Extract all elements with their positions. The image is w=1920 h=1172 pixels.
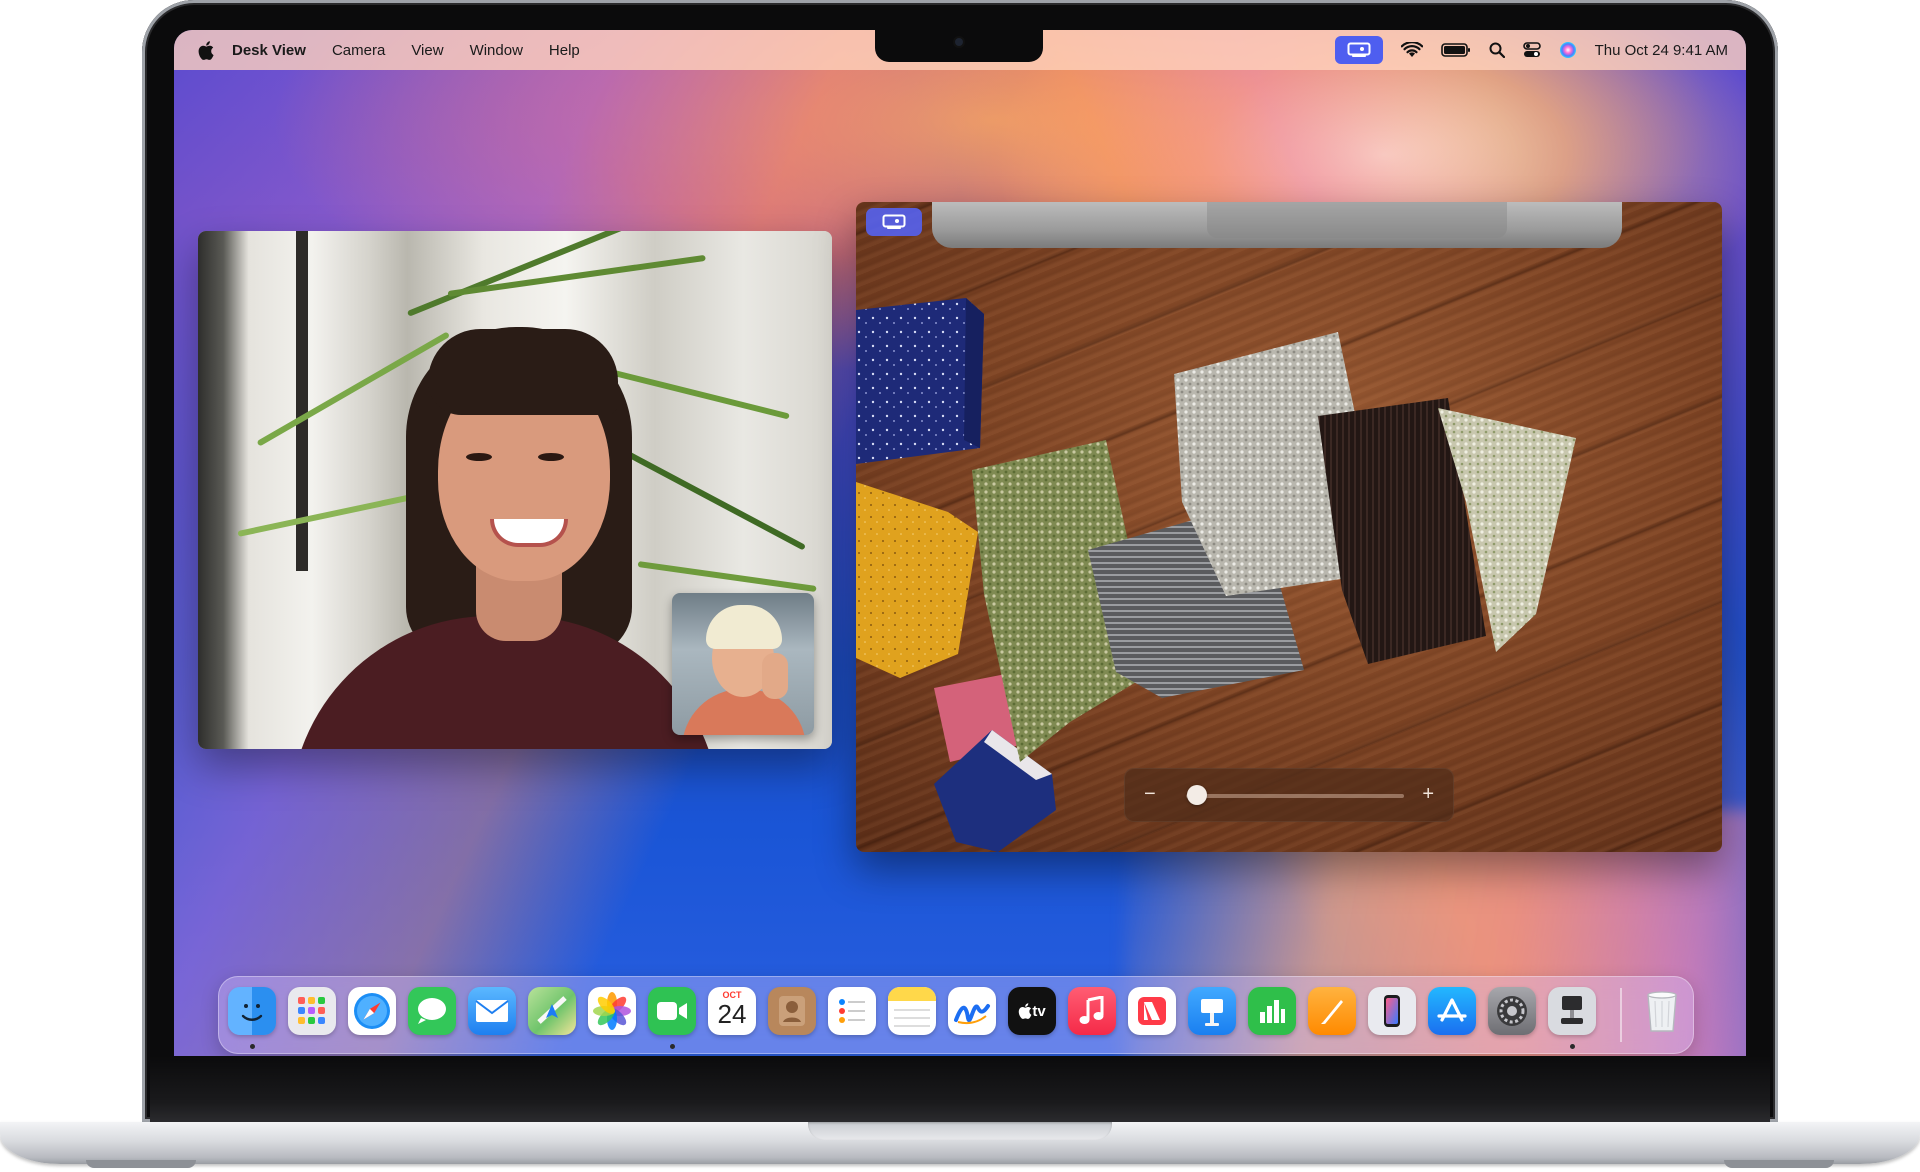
menu-app-name[interactable]: Desk View <box>232 42 306 59</box>
pages-icon[interactable] <box>1308 987 1356 1035</box>
caller-hair-front <box>428 329 618 415</box>
self-view-pip[interactable] <box>672 593 814 735</box>
webcam-icon <box>955 38 963 46</box>
launchpad-icon[interactable] <box>288 987 336 1035</box>
freeform-icon[interactable] <box>948 987 996 1035</box>
zoom-slider-track[interactable] <box>1186 794 1404 798</box>
caller-eye <box>466 453 492 461</box>
dock-separator <box>1620 988 1622 1042</box>
desk-view-app-icon[interactable] <box>1548 987 1596 1035</box>
menu-view[interactable]: View <box>411 42 443 59</box>
battery-icon[interactable] <box>1440 43 1471 57</box>
music-icon[interactable] <box>1068 987 1116 1035</box>
facetime-icon[interactable] <box>648 987 696 1035</box>
safari-icon[interactable] <box>348 987 396 1035</box>
maps-icon[interactable] <box>528 987 576 1035</box>
tv-icon[interactable]: tv <box>1008 987 1056 1035</box>
desk-view-icon <box>1347 42 1371 57</box>
desk-view-window[interactable]: − + <box>856 202 1722 852</box>
material-swatches <box>856 298 1576 852</box>
menu-bar-clock[interactable]: Thu Oct 24 9:41 AM <box>1595 42 1728 59</box>
bottom-bezel <box>150 1056 1770 1122</box>
siri-icon[interactable] <box>1559 41 1577 59</box>
numbers-icon[interactable] <box>1248 987 1296 1035</box>
lid-opening-notch <box>808 1122 1112 1140</box>
control-center-icon[interactable] <box>1522 42 1541 58</box>
system-settings-icon[interactable] <box>1488 987 1536 1035</box>
facetime-video-window[interactable] <box>198 231 832 749</box>
menu-window[interactable]: Window <box>470 42 523 59</box>
pip-hand <box>762 653 788 699</box>
contacts-icon[interactable] <box>768 987 816 1035</box>
laptop-foot <box>86 1160 196 1168</box>
caller-eye <box>538 453 564 461</box>
apple-logo-icon <box>1019 1003 1032 1019</box>
status-area: Thu Oct 24 9:41 AM <box>1334 30 1728 70</box>
tv-label: tv <box>1032 1002 1046 1020</box>
photos-icon[interactable] <box>588 987 636 1035</box>
finder-icon[interactable] <box>228 987 276 1035</box>
news-icon[interactable] <box>1128 987 1176 1035</box>
calendar-icon[interactable]: OCT 24 <box>708 987 756 1035</box>
mail-icon[interactable] <box>468 987 516 1035</box>
notes-icon[interactable] <box>888 987 936 1035</box>
calendar-day: 24 <box>717 999 747 1029</box>
app-store-icon[interactable] <box>1428 987 1476 1035</box>
running-indicator <box>670 1044 675 1049</box>
desktop-screen: Desk View Camera View Window Help Thu Oc… <box>174 30 1746 1056</box>
pip-hair <box>706 605 782 649</box>
zoom-out-button[interactable]: − <box>1144 782 1156 806</box>
dock: OCT 24 tv <box>218 976 1694 1054</box>
menu-help[interactable]: Help <box>549 42 580 59</box>
messages-icon[interactable] <box>408 987 456 1035</box>
iphone-mirroring-icon[interactable] <box>1368 987 1416 1035</box>
wifi-icon[interactable] <box>1400 42 1423 58</box>
menu-camera[interactable]: Camera <box>332 42 385 59</box>
zoom-in-button[interactable]: + <box>1422 782 1434 806</box>
keynote-icon[interactable] <box>1188 987 1236 1035</box>
zoom-slider-panel: − + <box>1124 768 1454 822</box>
zoom-slider-thumb[interactable] <box>1186 785 1207 805</box>
laptop-foot <box>1724 1160 1834 1168</box>
reminders-icon[interactable] <box>828 987 876 1035</box>
apple-menu-icon[interactable] <box>198 40 214 60</box>
trash-icon[interactable] <box>1638 987 1686 1035</box>
running-indicator <box>250 1044 255 1049</box>
running-indicator <box>1570 1044 1575 1049</box>
camera-notch <box>875 30 1043 62</box>
desk-view-status-button[interactable] <box>1334 36 1383 64</box>
spotlight-search-icon[interactable] <box>1489 42 1505 58</box>
